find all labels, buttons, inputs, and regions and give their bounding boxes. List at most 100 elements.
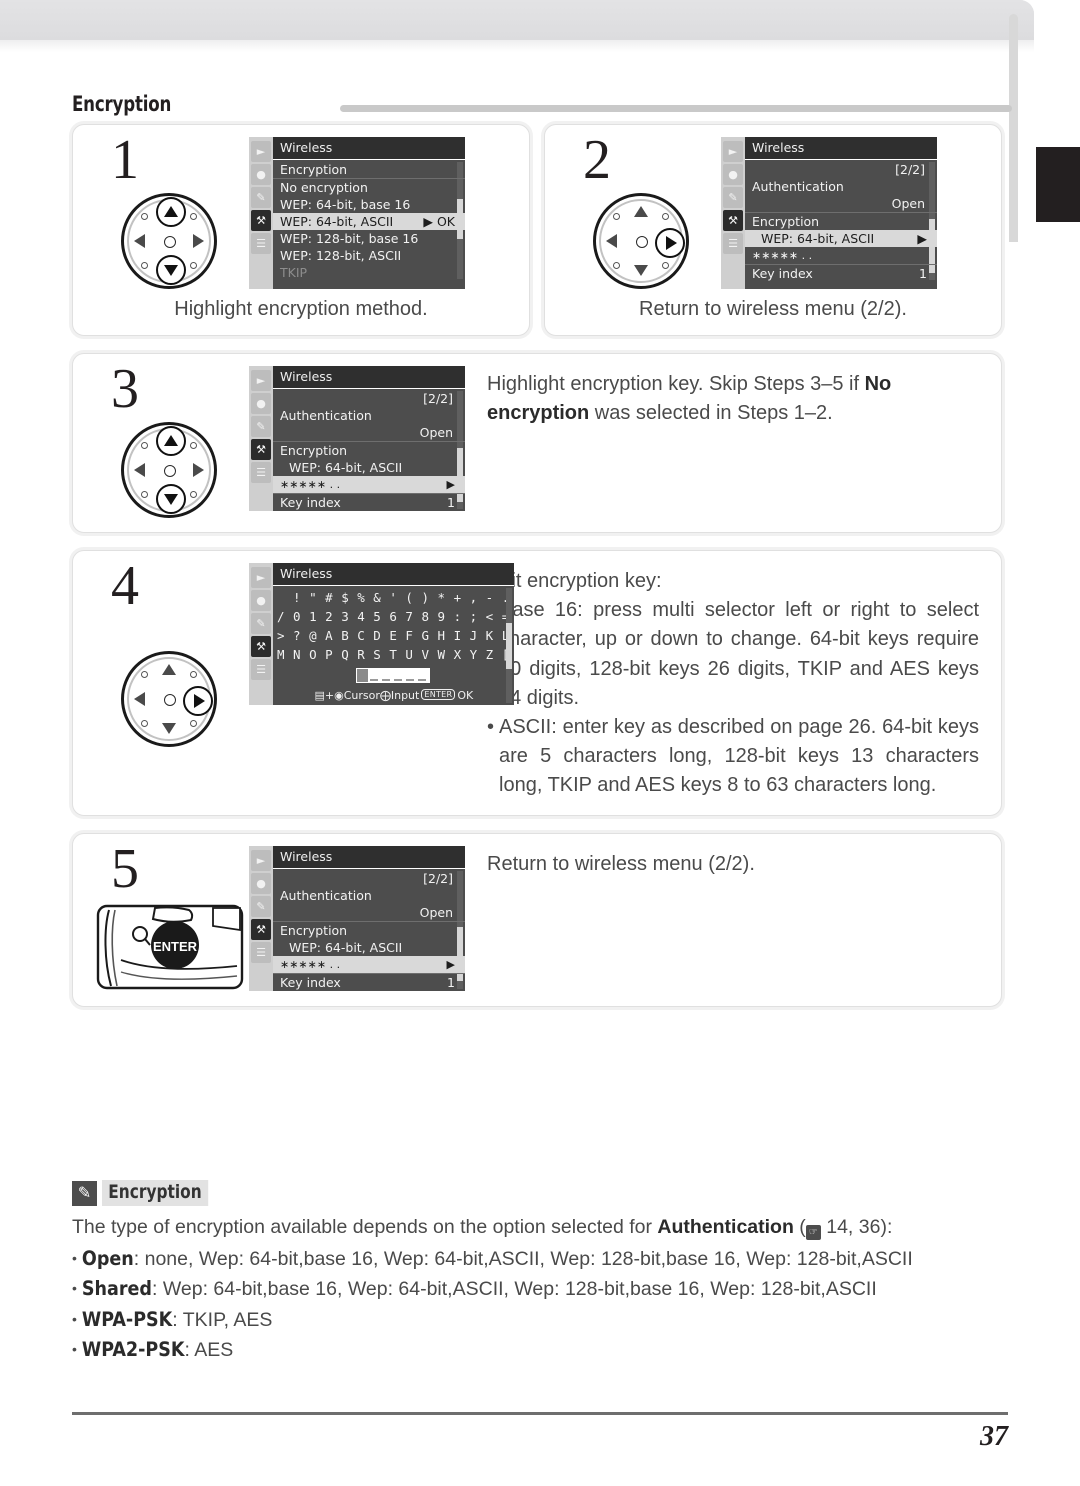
menu-item-no-encryption[interactable]: No encryption	[273, 179, 465, 196]
key-entry-field[interactable]	[356, 668, 431, 683]
authentication-label: Authentication	[280, 887, 372, 903]
section-header: Encryption	[72, 92, 1012, 120]
dial-down-arrow-icon	[156, 255, 186, 285]
lcd-title: Wireless	[273, 563, 514, 586]
note-item-wpa-psk: WPA-PSK: TKIP, AES	[72, 1305, 1012, 1335]
key-index-row[interactable]: 1 Key index	[273, 974, 465, 991]
menu-list-icon: ☰	[251, 941, 271, 963]
menu-item-wep64-base16[interactable]: WEP: 64-bit, base 16	[273, 196, 465, 213]
keyboard-row-1[interactable]: ! " # $ % & ' ( ) * + , - .	[273, 587, 514, 606]
menu-item-wep128-base16[interactable]: WEP: 128-bit, base 16	[273, 230, 465, 247]
lcd-screen: Wireless ! " # $ % & ' ( ) * + , - . / 0…	[273, 563, 514, 705]
menu-item-wep64-ascii[interactable]: ▶ OK WEP: 64-bit, ASCII	[273, 213, 465, 230]
note-body-pre: The type of encryption available depends…	[72, 1216, 658, 1238]
step-1-illustration: 1	[89, 129, 249, 289]
note-item-open: Open: none, Wep: 64-bit,base 16, Wep: 64…	[72, 1244, 1012, 1274]
menu-item-wep128-ascii[interactable]: WEP: 128-bit, ASCII	[273, 247, 465, 264]
bullet-icon: •	[487, 715, 495, 738]
key-index-value: 1	[447, 974, 455, 990]
lcd-menu-rows: [2/2] Authentication Open Encryption WEP…	[273, 869, 465, 991]
lcd-screen: Wireless Encryption No encryption WEP: 6…	[273, 137, 465, 289]
encryption-key-mask[interactable]: ∗∗∗∗∗ . .	[745, 247, 937, 265]
page-indicator: [2/2]	[423, 391, 453, 406]
dial-down-arrow-icon	[156, 484, 186, 514]
encryption-value[interactable]: WEP: 64-bit, ASCII	[273, 939, 465, 956]
menu-list-icon: ☰	[251, 233, 271, 254]
note-page-ref: 14, 36	[826, 1216, 881, 1238]
step-2-number: 2	[583, 129, 611, 191]
wrench-icon: ⚒	[723, 210, 743, 231]
lcd-screen: Wireless [2/2] Authentication Open Encry…	[273, 845, 465, 991]
note-header: ✎ Encryption	[72, 1180, 1012, 1206]
hint-cursor-label: Cursor	[343, 689, 380, 702]
step-4-bullet-2-text: ASCII: enter key as described on page 26…	[499, 715, 979, 797]
pencil-icon: ✎	[251, 187, 271, 208]
lcd-sidebar: ► ● ✎ ⚒ ☰	[249, 366, 273, 511]
dial-right-arrow-icon	[183, 686, 213, 716]
key-index-value: 1	[447, 495, 455, 510]
encryption-value[interactable]: ▶ WEP: 64-bit, ASCII	[745, 230, 937, 247]
lcd-menu-rows: [2/2] Authentication Open Encryption WEP…	[273, 389, 465, 511]
authentication-value: Open	[273, 424, 465, 442]
page-title: Encryption	[72, 92, 172, 116]
chevron-right-icon: ▶	[446, 478, 455, 491]
step-2-illustration: 2	[561, 129, 721, 289]
step-1-caption: Highlight encryption method.	[174, 298, 428, 320]
page-indicator: [2/2]	[895, 162, 925, 177]
encryption-value[interactable]: WEP: 64-bit, ASCII	[273, 459, 465, 476]
lcd-title: Wireless	[745, 137, 937, 160]
key-index-value: 1	[919, 266, 927, 281]
keyboard-row-2[interactable]: / 0 1 2 3 4 5 6 7 8 9 : ; < =	[273, 606, 514, 625]
dial-up-arrow-icon	[634, 206, 648, 217]
lcd-scrollbar[interactable]	[505, 588, 512, 703]
dial-right-arrow-icon	[193, 234, 204, 248]
step-3-text: Highlight encryption key. Skip Steps 3–5…	[465, 366, 985, 428]
step-5-illustration: 5 ENTER	[89, 841, 249, 992]
key-index-row[interactable]: 1 Key index	[273, 494, 465, 511]
camera-body-icon: ENTER	[96, 904, 244, 989]
chevron-right-icon: ▶	[917, 231, 927, 246]
record-dot-icon: ●	[251, 872, 271, 894]
pencil-icon: ✎	[72, 1180, 97, 1206]
step-3-illustration: 3	[89, 361, 249, 518]
encryption-label: Encryption	[280, 922, 348, 938]
keyboard-row-3[interactable]: > ? @ A B C D E F G H I J K L	[273, 625, 514, 644]
chapter-tab-marker	[1036, 147, 1080, 222]
encryption-key-mask[interactable]: ▶ ∗∗∗∗∗ . .	[273, 955, 465, 974]
steps-list: 1 ► ● ✎ ⚒ ☰ Wireless Encryption No encry…	[72, 124, 1002, 1024]
dial-left-arrow-icon	[134, 234, 145, 248]
step-4-lcd: ► ● ✎ ⚒ ☰ Wireless ! " # $ % & ' ( ) * +…	[249, 563, 514, 705]
wrench-icon: ⚒	[251, 439, 271, 460]
step-4-text: Edit encryption key: • Base 16: press mu…	[465, 563, 985, 801]
play-icon: ►	[251, 567, 271, 588]
menu-list-icon: ☰	[251, 462, 271, 483]
hint-ok-label: OK	[457, 689, 474, 702]
footer-rule	[72, 1412, 1008, 1415]
key-index-label: Key index	[280, 495, 341, 510]
step-3-lcd: ► ● ✎ ⚒ ☰ Wireless [2/2] Authentication …	[249, 366, 465, 511]
multi-selector-dial	[121, 651, 217, 747]
pencil-icon: ✎	[723, 187, 743, 208]
step-3-text-post: was selected in Steps 1–2.	[589, 402, 833, 425]
page-top-band	[0, 0, 1034, 52]
svg-text:ENTER: ENTER	[153, 939, 198, 954]
note-item-wpa-psk-term: WPA-PSK	[81, 1307, 173, 1331]
lcd-title: Wireless	[273, 845, 465, 869]
step-1-number: 1	[111, 129, 139, 191]
hint-input-label: Input	[390, 689, 420, 702]
note-item-shared-value: : Wep: 64-bit,base 16, Wep: 64-bit,ASCII…	[151, 1278, 877, 1301]
header-rule	[340, 105, 1012, 112]
authentication-label: Authentication	[280, 408, 372, 423]
encryption-note: ✎ Encryption The type of encryption avai…	[72, 1180, 1012, 1365]
keyboard-row-4[interactable]: M N O P Q R S T U V W X Y Z [	[273, 644, 514, 663]
page-indicator: [2/2]	[423, 870, 453, 886]
note-body: The type of encryption available depends…	[72, 1216, 893, 1240]
note-item-shared-term: Shared	[81, 1277, 152, 1301]
play-icon: ►	[251, 141, 271, 162]
encryption-key-mask[interactable]: ▶ ∗∗∗∗∗ . .	[273, 476, 465, 494]
lcd-title: Wireless	[273, 366, 465, 389]
dial-left-arrow-icon	[134, 463, 145, 477]
lcd-menu-rows: Encryption No encryption WEP: 64-bit, ba…	[273, 160, 465, 281]
step-2-caption: Return to wireless menu (2/2).	[639, 298, 907, 320]
key-index-row[interactable]: 1 Key index	[745, 265, 937, 282]
